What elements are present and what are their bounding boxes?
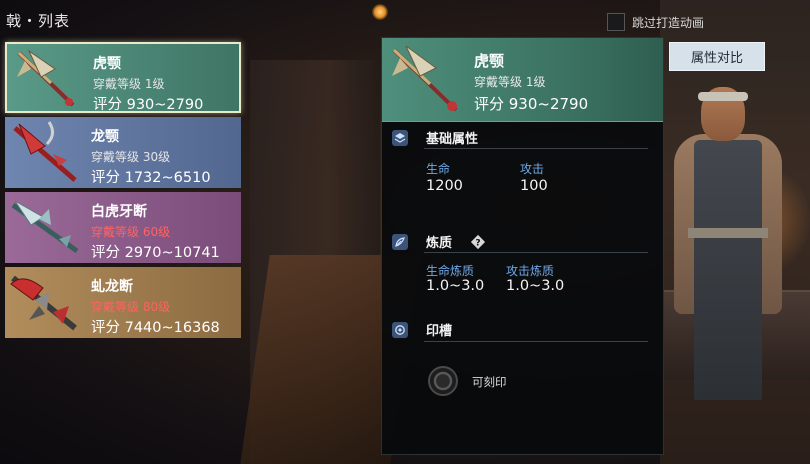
weapon-card-longè[interactable]: 龙颚 穿戴等级 30级 评分 1732~6510 xyxy=(5,117,241,188)
weapon-level-requirement: 穿戴等级 30级 xyxy=(91,150,171,164)
white-tiger-halberd-icon xyxy=(9,195,81,261)
divider xyxy=(424,252,648,253)
compare-attributes-button[interactable]: 属性对比 xyxy=(669,42,765,71)
question-diamond-icon[interactable]: ? xyxy=(470,234,486,250)
detail-header: 虎颚 穿戴等级 1级 评分 930~2790 xyxy=(382,38,663,122)
seal-icon xyxy=(392,322,408,338)
detail-level-requirement: 穿戴等级 1级 xyxy=(474,75,546,89)
weapon-score: 评分 2970~10741 xyxy=(91,245,220,261)
base-attributes-title: 基础属性 xyxy=(426,132,479,147)
seal-socket[interactable] xyxy=(428,366,458,396)
weapon-detail-panel: 虎颚 穿戴等级 1级 评分 930~2790 基础属性 生命 1200 攻击 1… xyxy=(381,37,664,455)
detail-weapon-name: 虎颚 xyxy=(474,52,505,70)
seal-socket-label: 可刻印 xyxy=(472,375,507,389)
weapon-name: 龙颚 xyxy=(91,129,119,145)
stat-value-attack-refine: 1.0~3.0 xyxy=(506,278,565,294)
lamp-light xyxy=(372,4,388,20)
seal-slot-title: 印槽 xyxy=(426,324,453,339)
weapon-level-requirement: 穿戴等级 1级 xyxy=(93,77,165,91)
stat-value-attack: 100 xyxy=(520,178,548,194)
weapon-level-requirement: 穿戴等级 80级 xyxy=(91,300,171,314)
weapon-name: 虎颚 xyxy=(93,56,121,72)
detail-score: 评分 930~2790 xyxy=(474,95,589,113)
weapon-card-baihuyaduan[interactable]: 白虎牙断 穿戴等级 60级 评分 2970~10741 xyxy=(5,192,241,263)
dragon-halberd-icon xyxy=(9,120,81,186)
skip-animation-label: 跳过打造动画 xyxy=(632,15,705,30)
stat-label-hp: 生命 xyxy=(426,162,451,176)
weapon-name: 白虎牙断 xyxy=(91,204,147,220)
layers-icon xyxy=(392,130,408,146)
stat-label-attack-refine: 攻击炼质 xyxy=(506,264,555,278)
weapon-score: 评分 7440~16368 xyxy=(91,320,220,336)
stat-label-hp-refine: 生命炼质 xyxy=(426,264,475,278)
stat-value-hp: 1200 xyxy=(426,178,463,194)
feather-icon xyxy=(392,234,408,250)
weapon-level-requirement: 穿戴等级 60级 xyxy=(91,225,171,239)
horned-dragon-halberd-icon xyxy=(9,270,81,336)
weapon-card-huè[interactable]: 虎颚 穿戴等级 1级 评分 930~2790 xyxy=(5,42,241,113)
divider xyxy=(424,341,648,342)
category-title: 戟・列表 xyxy=(6,12,71,30)
stat-value-hp-refine: 1.0~3.0 xyxy=(426,278,485,294)
weapon-score: 评分 1732~6510 xyxy=(91,170,211,186)
halberd-icon xyxy=(386,42,466,118)
svg-text:?: ? xyxy=(475,239,480,249)
divider xyxy=(424,148,648,149)
skip-animation-checkbox[interactable] xyxy=(607,13,625,31)
skip-animation-toggle[interactable]: 跳过打造动画 xyxy=(607,13,704,31)
halberd-icon xyxy=(11,47,83,111)
blacksmith-npc xyxy=(668,82,788,464)
weapon-score: 评分 930~2790 xyxy=(93,97,204,113)
weapon-card-qiulongduan[interactable]: 虬龙断 穿戴等级 80级 评分 7440~16368 xyxy=(5,267,241,338)
stat-label-attack: 攻击 xyxy=(520,162,545,176)
refinement-title: 炼质 xyxy=(426,236,453,251)
weapon-name: 虬龙断 xyxy=(91,279,133,295)
